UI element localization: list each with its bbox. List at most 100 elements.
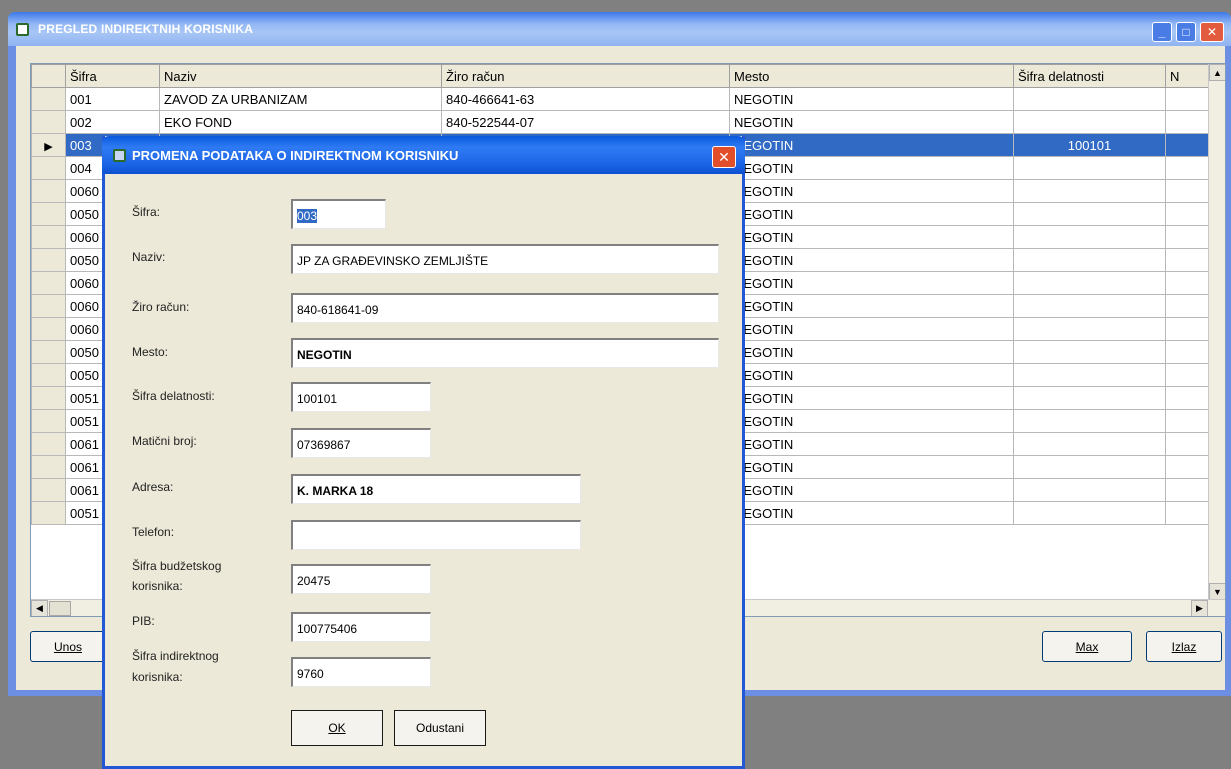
cell-mesto[interactable]: NEGOTIN (729, 363, 1014, 387)
cell-mesto[interactable]: NEGOTIN (729, 202, 1014, 226)
cell-n[interactable] (1165, 409, 1211, 433)
cell-sifra-delatnosti[interactable] (1013, 432, 1166, 456)
ziro-racun-input[interactable]: 840-618641-09 (291, 293, 719, 323)
row-indicator[interactable] (31, 110, 66, 134)
scroll-right-icon[interactable]: ▶ (1191, 600, 1208, 616)
cell-naziv[interactable]: EKO FOND (159, 110, 442, 134)
cell-ziro-racun[interactable]: 840-466641-63 (441, 87, 730, 111)
column-header-mesto[interactable]: Mesto (729, 64, 1014, 88)
cell-sifra-delatnosti[interactable] (1013, 110, 1166, 134)
row-indicator[interactable] (31, 179, 66, 203)
row-indicator[interactable] (31, 432, 66, 456)
row-indicator[interactable] (31, 202, 66, 226)
cell-sifra-delatnosti[interactable] (1013, 156, 1166, 180)
cell-sifra-delatnosti[interactable] (1013, 317, 1166, 341)
row-indicator[interactable] (31, 294, 66, 318)
dialog-close-icon[interactable]: ✕ (712, 146, 736, 168)
izlaz-button[interactable]: Izlaz (1146, 631, 1222, 662)
cell-n[interactable] (1165, 478, 1211, 502)
odustani-button[interactable]: Odustani (394, 710, 486, 746)
unos-button[interactable]: Unos (30, 631, 106, 662)
cell-mesto[interactable]: NEGOTIN (729, 133, 1014, 157)
cell-sifra-delatnosti[interactable] (1013, 501, 1166, 525)
sifra-input[interactable]: 003 (291, 199, 386, 229)
cell-sifra-delatnosti[interactable] (1013, 478, 1166, 502)
vertical-scrollbar[interactable]: ▲ ▼ (1208, 64, 1225, 600)
sifra-delatnosti-input[interactable]: 100101 (291, 382, 431, 412)
cell-n[interactable] (1165, 363, 1211, 387)
cell-mesto[interactable]: NEGOTIN (729, 110, 1014, 134)
cell-n[interactable] (1165, 317, 1211, 341)
cell-sifra-delatnosti[interactable] (1013, 455, 1166, 479)
cell-mesto[interactable]: NEGOTIN (729, 87, 1014, 111)
cell-sifra-delatnosti[interactable] (1013, 271, 1166, 295)
row-indicator[interactable] (31, 363, 66, 387)
cell-sifra-delatnosti[interactable] (1013, 202, 1166, 226)
row-indicator[interactable] (31, 340, 66, 364)
cell-mesto[interactable]: NEGOTIN (729, 271, 1014, 295)
cell-mesto[interactable]: NEGOTIN (729, 432, 1014, 456)
maximize-button[interactable]: □ (1176, 22, 1196, 42)
cell-sifra[interactable]: 002 (65, 110, 160, 134)
cell-mesto[interactable]: NEGOTIN (729, 156, 1014, 180)
sifra-budzetskog-input[interactable]: 20475 (291, 564, 431, 594)
column-header-ziro-racun[interactable]: Žiro račun (441, 64, 730, 88)
cell-n[interactable] (1165, 271, 1211, 295)
max-button[interactable]: Max (1042, 631, 1132, 662)
column-header-naziv[interactable]: Naziv (159, 64, 442, 88)
cell-mesto[interactable]: NEGOTIN (729, 409, 1014, 433)
cell-mesto[interactable]: NEGOTIN (729, 386, 1014, 410)
horizontal-scroll-thumb[interactable] (49, 601, 71, 616)
sifra-indirektnog-input[interactable]: 9760 (291, 657, 431, 687)
minimize-button[interactable]: _ (1152, 22, 1172, 42)
cell-sifra-delatnosti[interactable] (1013, 386, 1166, 410)
row-indicator[interactable] (31, 87, 66, 111)
cell-sifra-delatnosti[interactable] (1013, 248, 1166, 272)
cell-n[interactable] (1165, 179, 1211, 203)
naziv-input[interactable]: JP ZA GRAĐEVINSKO ZEMLJIŠTE (291, 244, 719, 274)
table-row[interactable]: 002 EKO FOND 840-522544-07 NEGOTIN (31, 110, 1211, 134)
cell-n[interactable] (1165, 248, 1211, 272)
column-header-sifra[interactable]: Šifra (65, 64, 160, 88)
cell-mesto[interactable]: NEGOTIN (729, 455, 1014, 479)
dialog-titlebar[interactable]: PROMENA PODATAKA O INDIREKTNOM KORISNIKU… (102, 136, 745, 174)
telefon-input[interactable] (291, 520, 581, 550)
cell-ziro-racun[interactable]: 840-522544-07 (441, 110, 730, 134)
close-button[interactable]: ✕ (1200, 22, 1224, 42)
column-header-sifra-delatnosti[interactable]: Šifra delatnosti (1013, 64, 1166, 88)
cell-n[interactable] (1165, 133, 1211, 157)
row-indicator[interactable]: ▶ (31, 133, 66, 157)
scroll-left-icon[interactable]: ◀ (31, 600, 48, 616)
cell-n[interactable] (1165, 87, 1211, 111)
row-indicator[interactable] (31, 455, 66, 479)
cell-n[interactable] (1165, 110, 1211, 134)
cell-sifra-delatnosti[interactable] (1013, 409, 1166, 433)
table-row[interactable]: 001 ZAVOD ZA URBANIZAM 840-466641-63 NEGOTI… (31, 87, 1211, 111)
cell-mesto[interactable]: NEGOTIN (729, 317, 1014, 341)
cell-n[interactable] (1165, 156, 1211, 180)
cell-n[interactable] (1165, 455, 1211, 479)
adresa-input[interactable]: K. MARKA 18 (291, 474, 581, 504)
cell-sifra-delatnosti[interactable] (1013, 225, 1166, 249)
row-indicator[interactable] (31, 317, 66, 341)
row-indicator[interactable] (31, 225, 66, 249)
cell-sifra-delatnosti[interactable] (1013, 294, 1166, 318)
cell-n[interactable] (1165, 340, 1211, 364)
row-indicator[interactable] (31, 501, 66, 525)
maticni-broj-input[interactable]: 07369867 (291, 428, 431, 458)
row-indicator[interactable] (31, 271, 66, 295)
cell-sifra-delatnosti[interactable] (1013, 87, 1166, 111)
column-header-n[interactable]: N (1165, 64, 1211, 88)
cell-mesto[interactable]: NEGOTIN (729, 478, 1014, 502)
cell-n[interactable] (1165, 202, 1211, 226)
cell-naziv[interactable]: ZAVOD ZA URBANIZAM (159, 87, 442, 111)
cell-sifra-delatnosti[interactable] (1013, 363, 1166, 387)
cell-n[interactable] (1165, 225, 1211, 249)
cell-sifra[interactable]: 001 (65, 87, 160, 111)
cell-mesto[interactable]: NEGOTIN (729, 294, 1014, 318)
cell-n[interactable] (1165, 386, 1211, 410)
main-titlebar[interactable]: PREGLED INDIREKTNIH KORISNIKA _ □ ✕ (8, 12, 1231, 46)
scroll-down-icon[interactable]: ▼ (1209, 583, 1225, 600)
cell-mesto[interactable]: NEGOTIN (729, 501, 1014, 525)
cell-mesto[interactable]: NEGOTIN (729, 179, 1014, 203)
